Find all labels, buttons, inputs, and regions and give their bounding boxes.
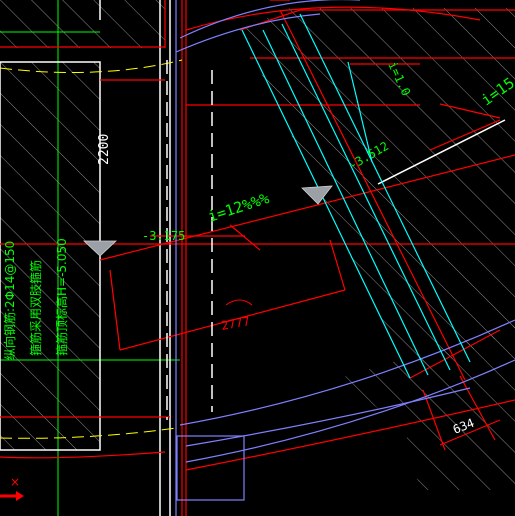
cad-viewport[interactable]: × 2200 i=12%%% i=15 i=1.0 -3.175 -3.512 … bbox=[0, 0, 515, 516]
dimension-2200: 2200 bbox=[97, 134, 112, 165]
rebar-note-line-1: 纵向钢筋:2Φ14@150 bbox=[2, 241, 17, 360]
arc-length-label: 2777 bbox=[220, 314, 251, 333]
svg-text:×: × bbox=[10, 475, 20, 489]
hatch-top-left bbox=[0, 0, 165, 48]
rebar-note-line-3: 箍筋顶标高H=-5.050 bbox=[54, 238, 69, 356]
ucs-arrow-icon: × bbox=[0, 475, 24, 501]
elevation-left-label: -3.175 bbox=[142, 229, 185, 243]
arc-dimension-mark bbox=[225, 299, 253, 306]
cad-drawing-canvas[interactable]: × 2200 i=12%%% i=15 i=1.0 -3.175 -3.512 … bbox=[0, 0, 515, 516]
rebar-note-line-2: 箍筋采用双肢箍筋 bbox=[28, 260, 43, 356]
slope-main-label: i=12%%% bbox=[206, 189, 272, 226]
